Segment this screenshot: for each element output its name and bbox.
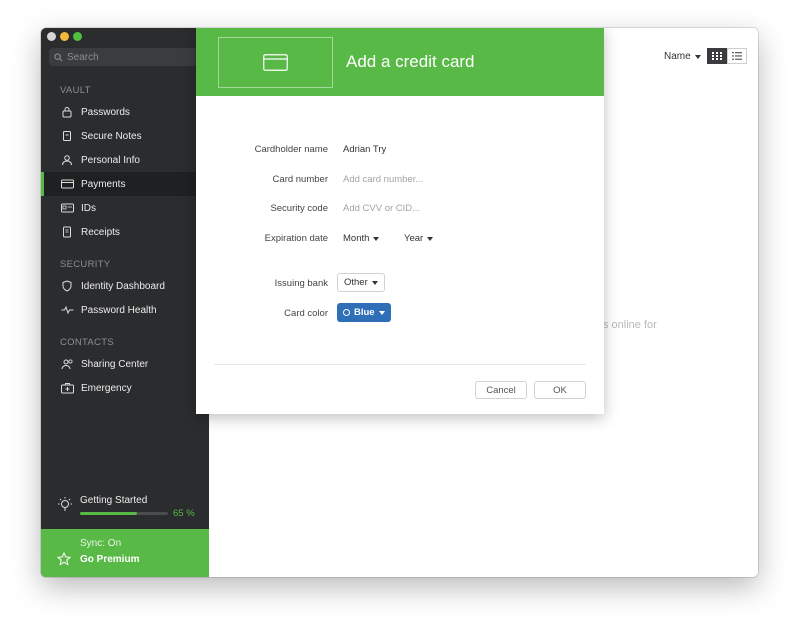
- go-premium-button[interactable]: Go Premium: [80, 554, 139, 565]
- getting-started-label: Getting Started: [80, 495, 148, 506]
- card-number-field[interactable]: Add card number...: [343, 174, 423, 185]
- card-color-label: Card color: [284, 308, 328, 319]
- ok-button[interactable]: OK: [534, 381, 586, 399]
- issuing-bank-label: Issuing bank: [274, 278, 328, 289]
- sidebar-item-label: Identity Dashboard: [81, 280, 165, 292]
- add-credit-card-dialog: Add a credit card Cardholder name Adrian…: [196, 28, 604, 414]
- sidebar-item-personal-info[interactable]: Personal Info: [41, 148, 209, 172]
- sidebar-item-secure-notes[interactable]: Secure Notes: [41, 124, 209, 148]
- search-placeholder: Search: [67, 51, 99, 63]
- dialog-title: Add a credit card: [346, 52, 475, 71]
- lightbulb-icon: [58, 497, 72, 511]
- getting-started[interactable]: Getting Started 65 %: [41, 490, 209, 526]
- go-premium-panel[interactable]: Sync: On Go Premium: [41, 529, 209, 577]
- card-number-label: Card number: [272, 174, 328, 185]
- close-window-button[interactable]: [47, 32, 56, 41]
- list-icon: [732, 52, 742, 60]
- month-value: Month: [343, 233, 370, 244]
- sidebar-item-ids[interactable]: IDs: [41, 196, 209, 220]
- sidebar-item-passwords[interactable]: Passwords: [41, 100, 209, 124]
- card-color-select[interactable]: Blue: [337, 303, 391, 322]
- section-title-security: SECURITY: [60, 259, 111, 270]
- year-value: Year: [404, 233, 424, 244]
- grid-icon: [712, 52, 722, 60]
- note-icon: [60, 129, 74, 143]
- color-swatch-icon: [343, 309, 350, 316]
- sidebar-item-label: Emergency: [81, 382, 132, 394]
- getting-started-progress-fill: [80, 512, 138, 515]
- credit-card-icon: [60, 177, 74, 191]
- view-toggle: [707, 48, 747, 64]
- chevron-down-icon: [427, 236, 434, 241]
- chevron-down-icon: [371, 280, 378, 285]
- card-color-value: Blue: [354, 307, 375, 318]
- grid-view-button[interactable]: [707, 48, 727, 64]
- issuing-bank-value: Other: [344, 277, 368, 288]
- sidebar-item-receipts[interactable]: Receipts: [41, 220, 209, 244]
- cancel-button[interactable]: Cancel: [475, 381, 527, 399]
- pulse-icon: [60, 303, 74, 317]
- section-title-contacts: CONTACTS: [60, 337, 114, 348]
- receipt-icon: [60, 225, 74, 239]
- sidebar-item-label: Personal Info: [81, 154, 140, 166]
- sidebar-item-emergency[interactable]: Emergency: [41, 376, 209, 400]
- dialog-header: Add a credit card: [196, 28, 604, 96]
- sidebar-item-label: Passwords: [81, 106, 130, 118]
- sidebar-item-label: Password Health: [81, 304, 157, 316]
- sidebar: Search VAULT Passwords Secure Notes Pers…: [41, 28, 209, 577]
- sidebar-item-payments[interactable]: Payments: [41, 172, 209, 196]
- sort-dropdown[interactable]: Name: [664, 51, 701, 62]
- sidebar-item-identity-dashboard[interactable]: Identity Dashboard: [41, 274, 209, 298]
- cardholder-name-field[interactable]: Adrian Try: [343, 144, 386, 155]
- first-aid-icon: [60, 381, 74, 395]
- background-empty-state-text: s online for: [603, 319, 657, 331]
- minimize-window-button[interactable]: [60, 32, 69, 41]
- security-code-field[interactable]: Add CVV or CID...: [343, 203, 420, 214]
- id-card-icon: [60, 201, 74, 215]
- card-image-placeholder[interactable]: [218, 37, 333, 88]
- sidebar-item-label: Secure Notes: [81, 130, 142, 142]
- sync-status: Sync: On: [80, 538, 122, 549]
- search-input[interactable]: Search: [49, 48, 201, 66]
- sidebar-item-password-health[interactable]: Password Health: [41, 298, 209, 322]
- sidebar-item-label: Payments: [81, 178, 126, 190]
- window-controls: [47, 32, 82, 41]
- chevron-down-icon: [378, 310, 385, 315]
- getting-started-progress-bar: [80, 512, 168, 515]
- lock-icon: [60, 105, 74, 119]
- expiration-date-label: Expiration date: [264, 233, 328, 244]
- section-title-vault: VAULT: [60, 85, 91, 96]
- cardholder-name-label: Cardholder name: [254, 144, 328, 155]
- dialog-divider: [214, 364, 586, 365]
- star-icon: [57, 552, 71, 566]
- search-icon: [54, 52, 63, 61]
- security-code-label: Security code: [270, 203, 328, 214]
- list-view-button[interactable]: [727, 48, 747, 64]
- chevron-down-icon: [694, 54, 701, 59]
- sidebar-item-label: Sharing Center: [81, 358, 149, 370]
- sidebar-item-sharing-center[interactable]: Sharing Center: [41, 352, 209, 376]
- app-window: Search VAULT Passwords Secure Notes Pers…: [41, 28, 758, 577]
- sidebar-item-label: Receipts: [81, 226, 120, 238]
- expiration-month-select[interactable]: Month: [343, 233, 380, 244]
- sidebar-item-label: IDs: [81, 202, 96, 214]
- getting-started-percent: 65 %: [173, 508, 195, 519]
- credit-card-icon: [263, 54, 288, 71]
- expiration-year-select[interactable]: Year: [404, 233, 434, 244]
- issuing-bank-select[interactable]: Other: [337, 273, 385, 292]
- sort-label: Name: [664, 51, 691, 62]
- person-icon: [60, 153, 74, 167]
- zoom-window-button[interactable]: [73, 32, 82, 41]
- chevron-down-icon: [373, 236, 380, 241]
- people-icon: [60, 357, 74, 371]
- shield-icon: [60, 279, 74, 293]
